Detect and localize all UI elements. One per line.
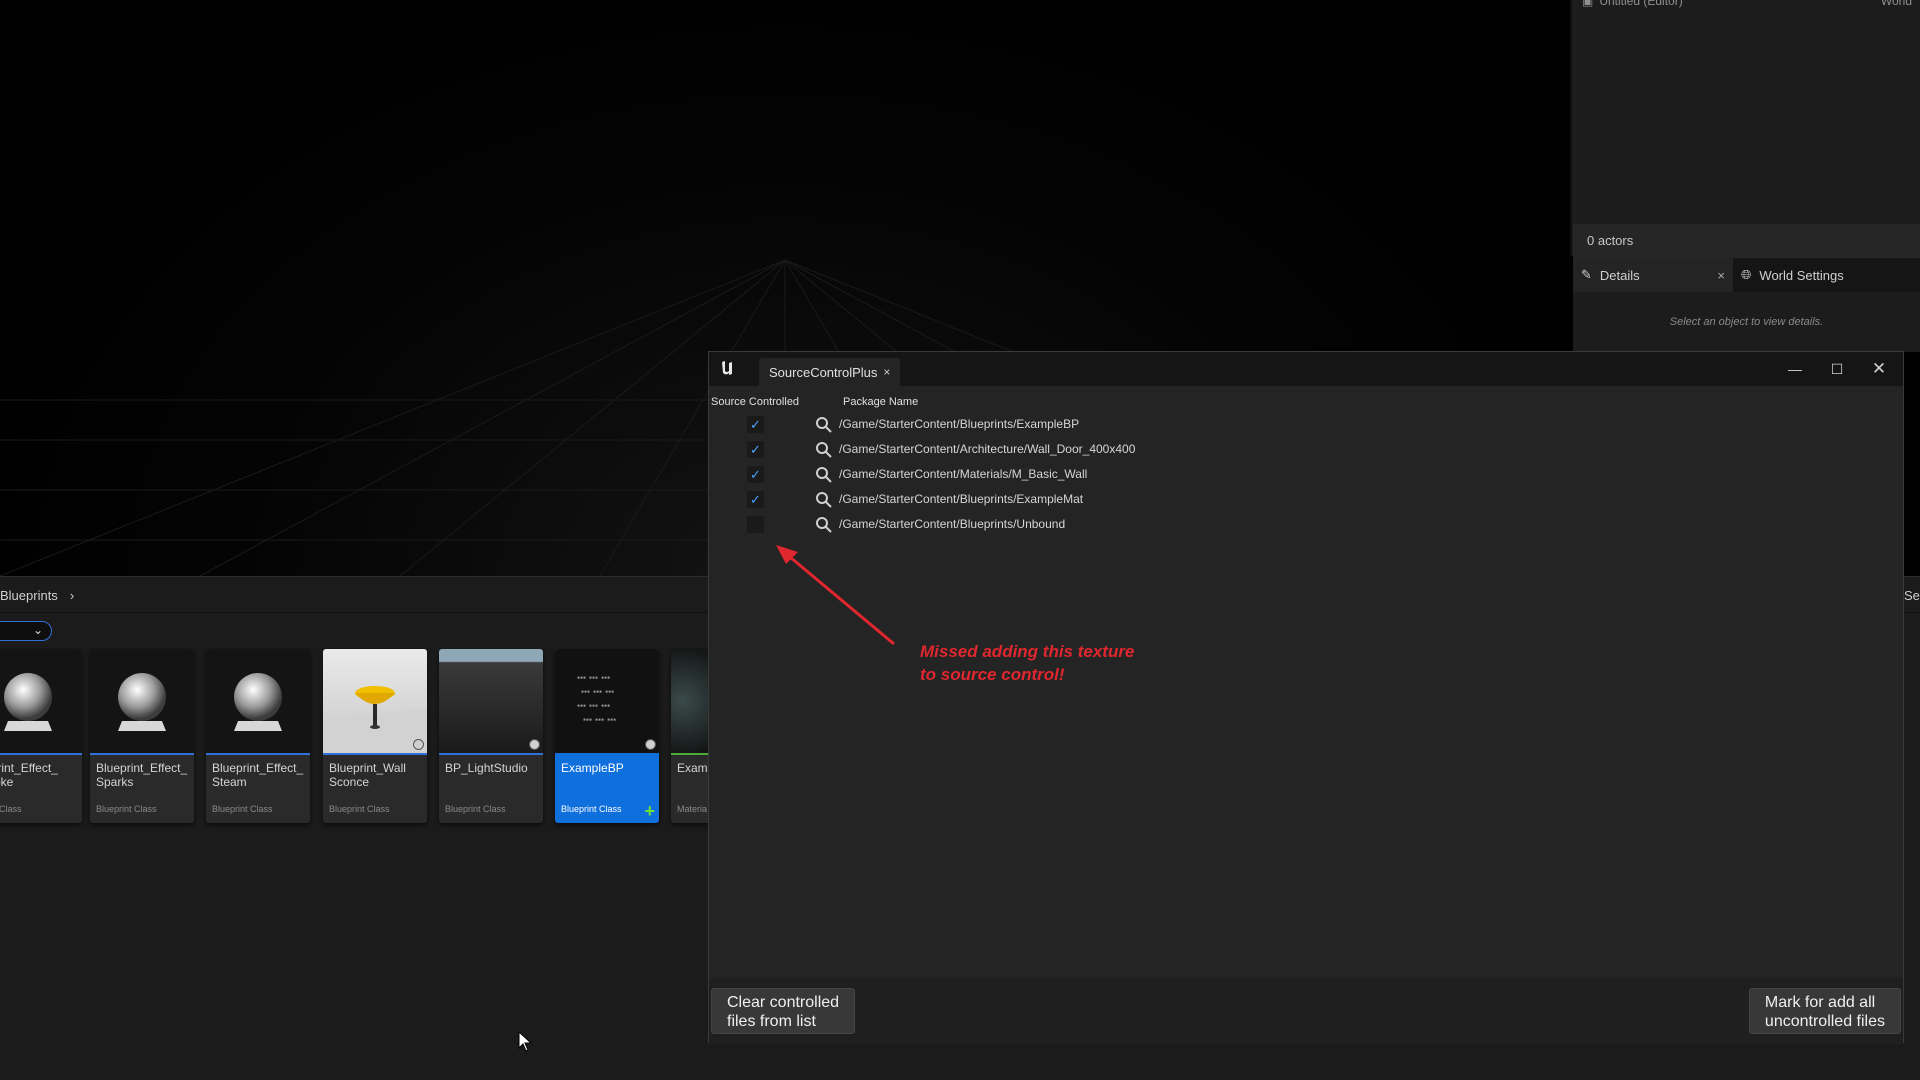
asset-name: Blueprint_Effect_ Steam [212,761,304,789]
tab-label: SourceControlPlus [769,364,878,380]
button-label-line1: Clear controlled [727,994,840,1011]
clear-controlled-files-button[interactable]: Clear controlled files from list [711,988,856,1034]
annotation-line1: Missed adding this texture [920,642,1135,661]
package-row[interactable]: ✓ /Game/StarterContent/Architecture/Wall… [711,437,1901,462]
outliner-item-label: Untitled (Editor) [1599,0,1683,8]
asset-class: Blueprint Class [445,804,506,814]
asset-thumbnail [323,649,427,753]
asset-class: Blueprint Class [96,804,157,814]
asset-name: Blueprint_Wall Sconce [329,761,406,789]
button-label-line1: Mark for add all [1764,994,1876,1011]
search-icon[interactable] [815,441,832,458]
source-controlled-checkbox[interactable]: ✓ [747,491,764,508]
list-header: Source Controlled Package Name [709,394,1903,412]
column-package-name[interactable]: Package Name [843,396,918,408]
asset-thumbnail: ▪▪▪ ▪▪▪ ▪▪▪ ▪▪▪ ▪▪▪ ▪▪▪ ▪▪▪ ▪▪▪ ▪▪▪ ▪▪▪ … [555,649,659,753]
world-outliner: ▣ Untitled (Editor) World [1570,0,1920,256]
tab-world-settings[interactable]: 🌐︎ World Settings [1733,258,1852,292]
search-icon[interactable] [815,466,832,483]
tab-source-control-plus[interactable]: SourceControlPlus × [759,358,901,386]
annotation-line2: to source control! [920,665,1065,684]
asset-tile[interactable]: Examp Materia [671,649,711,823]
package-path: /Game/StarterContent/Architecture/Wall_D… [839,442,1136,456]
tab-world-settings-label: World Settings [1759,267,1844,283]
source-controlled-checkbox-unchecked[interactable] [747,516,764,533]
asset-name: BP_LightStudio [445,761,528,775]
asset-tile[interactable]: Blueprint_Effect_ Steam Blueprint Class [206,649,310,823]
globe-icon: 🌐︎ [1741,267,1752,282]
outliner-item-type: World [1880,0,1912,8]
svg-text:▪▪▪ ▪▪▪ ▪▪▪: ▪▪▪ ▪▪▪ ▪▪▪ [581,689,614,695]
button-label-line2: files from list [727,1013,816,1030]
close-window-icon[interactable]: ✕ [1863,358,1895,380]
level-icon: ▣ [1582,0,1594,8]
filter-dropdown[interactable]: ⌄ [0,621,52,641]
asset-class: Materia [677,804,708,814]
breadcrumb: Blueprints › [0,588,74,603]
minimize-icon[interactable]: — [1779,358,1811,380]
window-footer: Clear controlled files from list Mark fo… [709,978,1903,1044]
source-controlled-checkbox[interactable]: ✓ [747,441,764,458]
tab-details[interactable]: ✎ Details × [1573,258,1733,292]
details-tab-bar: ✎ Details × 🌐︎ World Settings [1573,258,1920,292]
svg-text:▪▪▪ ▪▪▪ ▪▪▪: ▪▪▪ ▪▪▪ ▪▪▪ [577,703,610,709]
package-path: /Game/StarterContent/Blueprints/ExampleM… [839,492,1084,506]
asset-tile[interactable]: eprint_Effect_ moke rint Class [0,649,82,823]
annotation-arrow-overlay [776,545,895,646]
asset-tile[interactable]: Blueprint_Wall Sconce Blueprint Class [323,649,427,823]
search-icon[interactable] [815,416,832,433]
asset-tile-selected[interactable]: ▪▪▪ ▪▪▪ ▪▪▪ ▪▪▪ ▪▪▪ ▪▪▪ ▪▪▪ ▪▪▪ ▪▪▪ ▪▪▪ … [555,649,659,823]
asset-class: rint Class [0,804,22,814]
asset-tile[interactable]: Blueprint_Effect_ Sparks Blueprint Class [90,649,194,823]
package-row[interactable]: ✓ /Game/StarterContent/Blueprints/Exampl… [711,487,1901,512]
package-path: /Game/StarterContent/Materials/M_Basic_W… [839,467,1088,481]
svg-text:▪▪▪ ▪▪▪ ▪▪▪: ▪▪▪ ▪▪▪ ▪▪▪ [583,717,616,723]
asset-name: ExampleBP [561,761,624,775]
svg-text:▪▪▪ ▪▪▪ ▪▪▪: ▪▪▪ ▪▪▪ ▪▪▪ [577,675,610,681]
asset-tile[interactable]: BP_LightStudio Blueprint Class [439,649,543,823]
annotation-text: Missed adding this texture to source con… [920,640,1134,686]
package-row[interactable]: ✓ /Game/StarterContent/Materials/M_Basic… [711,462,1901,487]
unreal-logo-icon [716,357,738,379]
outliner-row-world[interactable]: ▣ Untitled (Editor) World [1582,0,1912,8]
button-label-line2: uncontrolled files [1764,1013,1885,1030]
asset-thumbnail [439,649,543,753]
package-path: /Game/StarterContent/Blueprints/ExampleB… [839,417,1080,431]
source-control-plus-window: SourceControlPlus × — ☐ ✕ Source Control… [708,351,1904,1044]
asset-thumbnail [90,649,194,753]
asset-name: Examp [677,761,711,775]
asset-class: Blueprint Class [329,804,390,814]
source-controlled-checkbox[interactable]: ✓ [747,466,764,483]
asset-class: Blueprint Class [212,804,273,814]
search-icon[interactable] [815,516,832,533]
chevron-down-icon: ⌄ [32,623,43,637]
pencil-icon: ✎ [1581,267,1592,282]
asset-class: Blueprint Class [561,804,622,814]
mark-for-add-button[interactable]: Mark for add all uncontrolled files [1748,988,1901,1034]
add-icon: + [644,801,655,821]
actor-count: 0 actors [1573,224,1920,258]
window-titlebar[interactable]: SourceControlPlus × — ☐ ✕ [709,352,1903,386]
asset-thumbnail [671,649,711,753]
close-icon[interactable]: × [1717,268,1725,283]
maximize-icon[interactable]: ☐ [1821,358,1853,380]
details-hint: Select an object to view details. [1669,316,1824,328]
search-icon[interactable] [815,491,832,508]
column-source-controlled[interactable]: Source Controlled [711,396,799,408]
mouse-cursor-icon [518,1031,533,1052]
package-path: /Game/StarterContent/Blueprints/Unbound [839,517,1066,531]
breadcrumb-item[interactable]: Blueprints [0,588,58,603]
package-row[interactable]: ✓ /Game/StarterContent/Blueprints/Exampl… [711,412,1901,437]
close-icon[interactable]: × [883,365,890,379]
package-row[interactable]: /Game/StarterContent/Blueprints/Unbound [711,512,1901,537]
chevron-right-icon[interactable]: › [70,588,74,603]
tab-details-label: Details [1599,267,1640,283]
asset-name: eprint_Effect_ moke [0,761,58,789]
asset-name: Blueprint_Effect_ Sparks [96,761,188,789]
asset-thumbnail [206,649,310,753]
search-label[interactable]: Se [1904,588,1920,603]
details-panel: Select an object to view details. [1573,292,1920,352]
source-controlled-checkbox[interactable]: ✓ [747,416,764,433]
asset-thumbnail [0,649,82,753]
